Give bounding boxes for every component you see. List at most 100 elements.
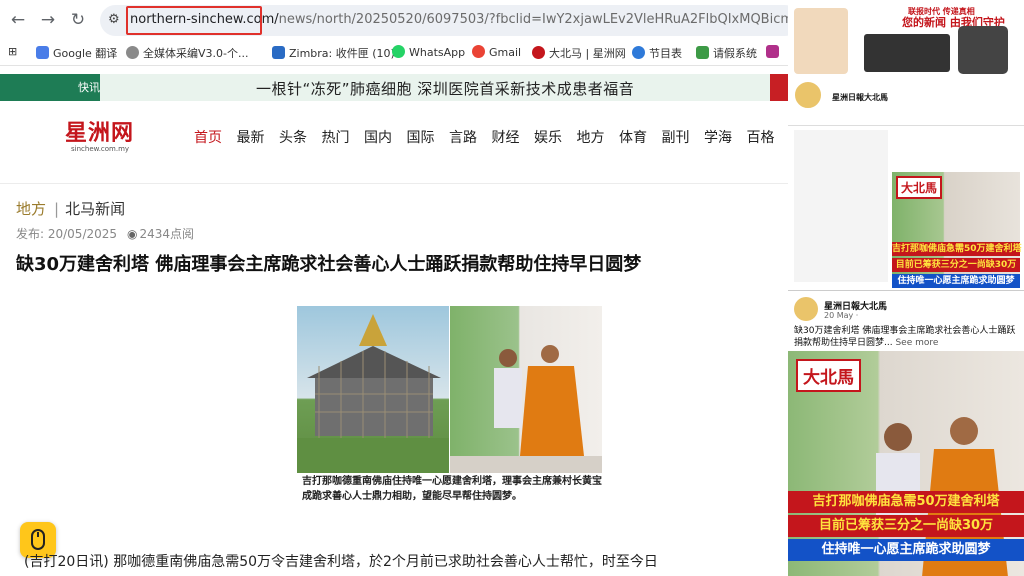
site-info-icon[interactable]: ⚙ [108,12,120,27]
bookmarks-bar: ⊞ Google 翻译 全媒体采编V3.0-个... Zimbra: 收件匣 (… [0,40,788,66]
article-meta: 发布: 20/05/2025 ◉ 2434点阅 [16,225,194,242]
nav-local[interactable]: 地方 [577,127,605,147]
nav-home[interactable]: 首页 [194,127,222,147]
nav-domestic[interactable]: 国内 [364,127,392,147]
post-badge: 大北馬 [796,359,861,392]
nav-entertainment[interactable]: 娱乐 [534,127,562,147]
article-body: (吉打20日讯) 那咖德重南佛庙急需50万令吉建舍利塔，於2个月前已求助社会善心… [24,554,658,570]
bookmark-google-translate[interactable]: Google 翻译 [36,45,117,61]
globe-icon [126,46,139,59]
facebook-page-screenshot: 联报时代 传递真相 您的新闻 由我们守护 星洲日報大北馬 大北馬 吉打那咖佛庙急… [788,0,1024,290]
post-band-3: 住持唯一心愿主席跪求助圆梦 [892,274,1020,288]
bookmark-label: Gmail [489,46,522,59]
page-avatar [793,80,823,110]
nav-education[interactable]: 学海 [704,127,732,147]
social-screenshots-panel: 联报时代 传递真相 您的新闻 由我们守护 星洲日報大北馬 大北馬 吉打那咖佛庙急… [788,0,1024,576]
whatsapp-icon [392,45,405,58]
facebook-post-screenshot: 星洲日報大北馬 20 May · 缺30万建舍利塔 佛庙理事会主席跪求社会善心人… [788,290,1024,576]
zimbra-icon [272,46,285,59]
page-intro-column [794,130,888,282]
nav-finance[interactable]: 财经 [492,127,520,147]
photo-caption: 吉打那咖德重南佛庙住持唯一心愿建舍利塔，理事会主席兼村长黄宝成跪求善心人士鼎力相… [302,476,602,502]
eye-icon: ◉ [127,227,138,241]
people-illustration [450,345,602,473]
page-tabs [788,112,1024,126]
browser-window: ← → ↻ ⚙ northern-sinchew.com/news/north/… [0,0,788,576]
bookmark-program-schedule[interactable]: 节目表 [632,45,682,61]
sinchew-icon [532,46,545,59]
phone-image [958,26,1008,74]
url-highlight-box [126,6,262,35]
main-nav: 首页最新头条热门国内国际言路财经娱乐地方体育副刊学海百格星角 [194,127,788,147]
bookmark-overflow[interactable] [766,45,783,59]
bookmark-label: 节目表 [649,47,682,60]
bookmark-label: Zimbra: 收件匣 (10) [289,47,395,60]
bookmark-leave-system[interactable]: 请假系统 [696,45,757,61]
pagoda-photo [297,306,449,473]
subcategory-link[interactable]: 北马新闻 [65,200,125,218]
breadcrumb-separator: | [54,200,60,218]
logo-subtext: sinchew.com.my [71,145,130,153]
post-text: 缺30万建舍利塔 佛庙理事会主席跪求社会善心人士踊跃捐款帮助住持早日圆梦... … [794,325,1020,349]
nav-latest[interactable]: 最新 [237,127,265,147]
post-avatar [794,297,818,321]
bookmark-sinchew-north[interactable]: 大北马 | 星洲网 [532,45,626,61]
forward-arrow-icon[interactable]: → [36,8,60,32]
post-image: 大北馬 吉打那咖佛庙急需50万建舍利塔 目前已筹获三分之一尚缺30万 住持唯一心… [788,351,1024,576]
globe-icon [632,46,645,59]
post-band-1: 吉打那咖佛庙急需50万建舍利塔 [788,491,1024,513]
bookmark-label: 全媒体采编V3.0-个... [143,47,249,60]
page-cover-banner: 联报时代 传递真相 您的新闻 由我们守护 [788,0,1024,78]
bookmark-gmail[interactable]: Gmail [472,45,521,59]
cover-stamp-image [794,8,848,74]
bookmark-zimbra[interactable]: Zimbra: 收件匣 (10) [272,45,395,61]
url-path: news/north/20250520/6097503/?fbclid=IwY2… [278,12,788,27]
see-more-link: See more [895,338,939,348]
breadcrumb: 地方 | 北马新闻 [16,198,125,219]
laptop-image [864,34,950,72]
page-post-image: 大北馬 吉打那咖佛庙急需50万建舍利塔 目前已筹获三分之一尚缺30万 住持唯一心… [892,172,1022,288]
back-arrow-icon[interactable]: ← [6,8,30,32]
post-date: 20 May · [824,311,859,320]
google-icon [472,45,485,58]
nav-baige[interactable]: 百格 [747,127,775,147]
post-band-3: 住持唯一心愿主席跪求助圆梦 [788,539,1024,561]
app-icon [766,45,779,58]
ticker-headline[interactable]: 一根针“冻死”肺癌细胞 深圳医院首采新技术成患者福音 [256,78,634,99]
pagoda-scaffold-illustration [297,314,449,473]
bookmark-label: 请假系统 [713,47,757,60]
post-badge: 大北馬 [896,176,943,199]
publish-date: 发布: 20/05/2025 [16,227,118,241]
article: 地方 | 北马新闻 发布: 20/05/2025 ◉ 2434点阅 缺30万建舍利塔 佛… [0,183,788,576]
ticker-tag: 快讯 [0,74,100,101]
post-band-1: 吉打那咖佛庙急需50万建舍利塔 [892,242,1022,256]
page-name: 星洲日報大北馬 [832,93,888,102]
leaf-icon [696,46,709,59]
site-logo[interactable]: 星洲网 sinchew.com.my [65,115,135,159]
nav-headlines[interactable]: 头条 [279,127,307,147]
post-band-2: 目前已筹获三分之一尚缺30万 [892,258,1020,272]
bookmark-label: WhatsApp [409,46,466,59]
browser-toolbar: ← → ↻ ⚙ northern-sinchew.com/news/north/… [0,0,788,40]
nav-international[interactable]: 国际 [407,127,435,147]
bookmark-whatsapp[interactable]: WhatsApp [392,45,465,59]
nav-supplement[interactable]: 副刊 [662,127,690,147]
nav-popular[interactable]: 热门 [322,127,350,147]
translate-icon [36,46,49,59]
category-link[interactable]: 地方 [16,200,46,218]
article-headline: 缺30万建舍利塔 佛庙理事会主席跪求社会善心人士踊跃捐款帮助住持早日圆梦 [16,254,642,275]
bookmark-label: Google 翻译 [53,47,118,60]
breaking-news-ticker: 快讯 一根针“冻死”肺癌细胞 深圳医院首采新技术成患者福音 [0,74,788,101]
site-header: 星洲网 sinchew.com.my 首页 最新 头条 热门 国内 国际 言路 财经 娱乐 地方体… [0,101,788,173]
view-count: 2434点阅 [139,227,195,241]
bookmark-label: 大北马 | 星洲网 [549,47,626,60]
logo-text: 星洲网 [65,120,135,146]
apps-grid-icon[interactable]: ⊞ [8,45,17,58]
monk-and-chairman-photo [450,306,602,473]
post-band-2: 目前已筹获三分之一尚缺30万 [788,515,1024,537]
bookmark-media-editor[interactable]: 全媒体采编V3.0-个... [126,45,248,61]
article-photo[interactable] [297,306,602,473]
nav-sports[interactable]: 体育 [619,127,647,147]
nav-opinion[interactable]: 言路 [449,127,477,147]
reload-icon[interactable]: ↻ [66,8,90,32]
